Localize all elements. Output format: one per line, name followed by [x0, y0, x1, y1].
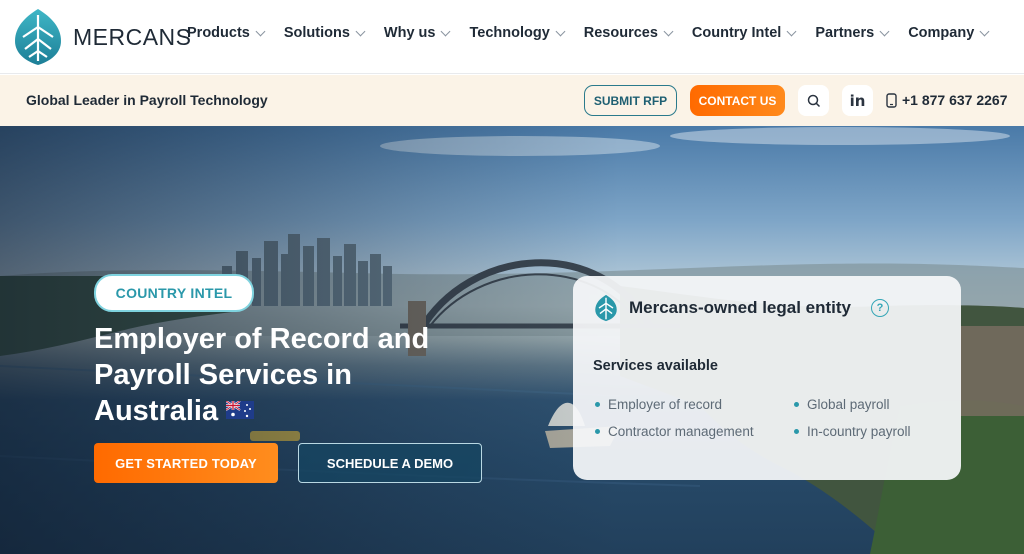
utility-bar: Global Leader in Payroll Technology SUBM… — [0, 75, 1024, 126]
nav-label: Country Intel — [691, 25, 782, 41]
hero-section: COUNTRY INTEL Employer of Record and Pay… — [0, 126, 1024, 554]
search-button[interactable] — [798, 85, 829, 116]
service-item: Employer of record — [595, 397, 722, 412]
phone-link[interactable]: +1 877 637 2267 — [886, 92, 1008, 108]
search-icon — [807, 94, 820, 107]
mercans-logo[interactable]: MERCANS — [11, 7, 192, 67]
mercans-logo-icon — [15, 9, 61, 65]
logo-wordmark: MERCANS — [73, 23, 192, 50]
nav-label: Company — [908, 25, 975, 41]
get-started-button[interactable]: GET STARTED TODAY — [94, 443, 278, 483]
nav-label: Solutions — [283, 25, 350, 41]
service-label: In-country payroll — [807, 424, 911, 439]
chevron-down-icon — [355, 26, 366, 36]
phone-icon — [886, 92, 897, 108]
nav-products[interactable]: Products — [187, 25, 266, 41]
service-item: Contractor management — [595, 424, 754, 439]
service-label: Contractor management — [608, 424, 754, 439]
australia-flag-icon — [226, 401, 255, 420]
schedule-demo-button[interactable]: SCHEDULE A DEMO — [298, 443, 482, 483]
service-item: Global payroll — [794, 397, 890, 412]
chevron-down-icon — [786, 26, 797, 36]
services-heading: Services available — [593, 358, 718, 374]
contact-us-button[interactable]: CONTACT US — [690, 85, 785, 116]
submit-rfp-button[interactable]: SUBMIT RFP — [584, 85, 677, 116]
service-item: In-country payroll — [794, 424, 911, 439]
nav-label: Partners — [815, 25, 875, 41]
service-label: Employer of record — [608, 397, 723, 412]
hero-heading-text: Employer of Record and Payroll Services … — [94, 323, 430, 427]
nav-label: Technology — [469, 25, 550, 41]
card-header: Mercans-owned legal entity ? — [593, 294, 889, 322]
country-intel-badge: COUNTRY INTEL — [94, 274, 254, 312]
chevron-down-icon — [663, 26, 674, 36]
hero-heading: Employer of Record and Payroll Services … — [94, 321, 454, 429]
phone-number: +1 877 637 2267 — [902, 92, 1008, 108]
service-label: Global payroll — [807, 397, 890, 412]
bullet-icon — [595, 402, 600, 407]
nav-resources[interactable]: Resources — [583, 25, 674, 41]
nav-why-us[interactable]: Why us — [383, 25, 451, 41]
chevron-down-icon — [979, 26, 990, 36]
nav-technology[interactable]: Technology — [469, 25, 566, 41]
nav-label: Products — [187, 25, 250, 41]
bullet-icon — [794, 402, 799, 407]
bullet-icon — [794, 429, 799, 434]
chevron-down-icon — [879, 26, 890, 36]
linkedin-icon: in — [849, 91, 866, 110]
nav-partners[interactable]: Partners — [815, 25, 890, 41]
nav-solutions[interactable]: Solutions — [283, 25, 366, 41]
nav-label: Why us — [383, 25, 436, 41]
main-menu: Products Solutions Why us Technology Res… — [187, 25, 1008, 41]
chevron-down-icon — [441, 26, 451, 36]
mercans-leaf-icon — [595, 294, 617, 322]
nav-company[interactable]: Company — [908, 25, 990, 41]
top-navigation: MERCANS Products Solutions Why us Techno… — [0, 0, 1024, 74]
chevron-down-icon — [255, 26, 266, 36]
legal-entity-card: Mercans-owned legal entity ? Services av… — [573, 276, 961, 480]
card-title: Mercans-owned legal entity — [629, 298, 851, 317]
linkedin-button[interactable]: in — [842, 85, 873, 116]
nav-label: Resources — [583, 25, 658, 41]
bullet-icon — [595, 429, 600, 434]
chevron-down-icon — [555, 26, 566, 36]
tagline: Global Leader in Payroll Technology — [26, 92, 268, 108]
nav-country-intel[interactable]: Country Intel — [691, 25, 797, 41]
help-icon[interactable]: ? — [871, 299, 889, 317]
